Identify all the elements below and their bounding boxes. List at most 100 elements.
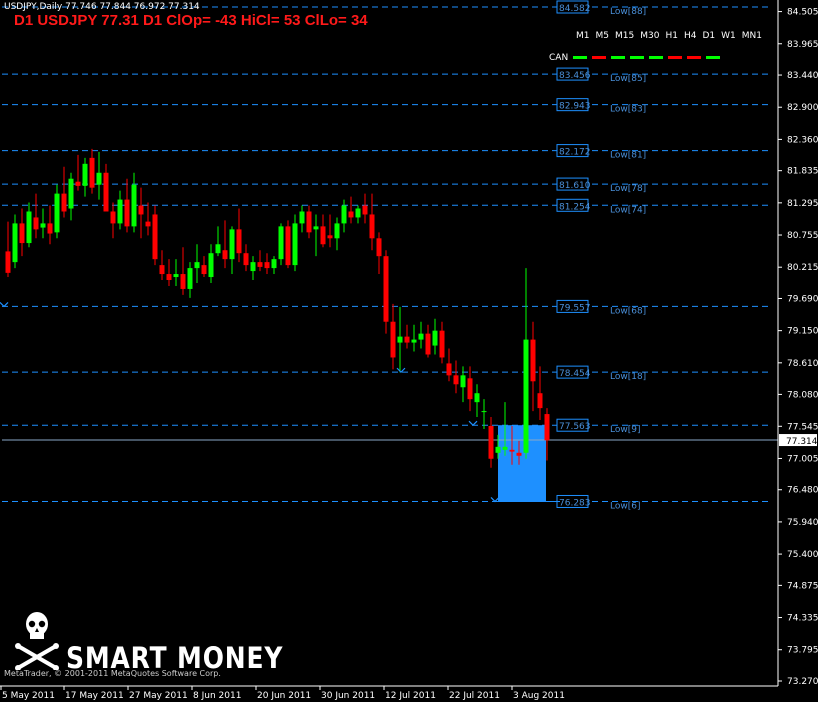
candle-body	[201, 265, 207, 275]
candle-body	[110, 211, 116, 224]
candles-layer	[5, 148, 550, 468]
candle-body	[292, 223, 298, 266]
price-tick-label: 82.360	[787, 135, 818, 145]
can-label: CAN	[549, 53, 569, 63]
candle-body	[166, 274, 172, 281]
level-arrow-icon	[0, 301, 9, 308]
candle-body	[362, 205, 368, 215]
candle-body	[390, 321, 396, 358]
date-tick-label: 27 May 2011	[129, 691, 188, 701]
timeframe-h1[interactable]: H1	[665, 31, 678, 41]
timeframe-m5[interactable]: M5	[596, 31, 610, 41]
candle-body	[285, 226, 291, 266]
level-arrow-icon	[468, 420, 478, 427]
date-tick-label: 12 Jul 2011	[385, 691, 436, 701]
date-tick-label: 5 May 2011	[2, 691, 55, 701]
price-tick-label: 73.795	[787, 646, 818, 656]
price-tick-label: 75.940	[787, 518, 818, 528]
level-label-text: Low[68]	[610, 306, 646, 316]
candle-body	[12, 223, 18, 263]
price-tick-label: 79.690	[787, 294, 818, 304]
candle-body	[222, 250, 228, 260]
candle-body	[495, 446, 501, 453]
timeframe-mn1[interactable]: MN1	[742, 31, 762, 41]
timeframe-h4[interactable]: H4	[684, 31, 697, 41]
level-price-text: 77.563	[559, 422, 591, 432]
timeframe-m1[interactable]: M1	[576, 31, 590, 41]
candle-body	[334, 223, 340, 239]
can-dash	[573, 56, 587, 59]
candle-body	[40, 223, 46, 228]
price-chart[interactable]: 84.582 Low[88] 83.456 Low[85] 82.943 Low[83] 8…	[0, 0, 818, 702]
candle-body	[145, 221, 151, 227]
candle-body	[320, 226, 326, 245]
candle-body	[530, 339, 536, 382]
candle-body	[516, 452, 522, 456]
candle-body	[544, 414, 550, 441]
can-dash	[592, 56, 606, 59]
candle-body	[117, 199, 123, 224]
candle-body	[180, 274, 186, 289]
price-tick-label: 77.005	[787, 454, 818, 464]
price-tick-label: 79.150	[787, 327, 818, 337]
candle-body	[54, 193, 60, 233]
price-tick-label: 80.215	[787, 263, 818, 273]
candle-body	[446, 363, 452, 376]
level-price-text: 81.610	[559, 181, 591, 191]
candle-body	[341, 205, 347, 224]
candle-body	[194, 262, 200, 269]
level-label-text: Low[81]	[610, 151, 646, 161]
can-dash	[668, 56, 682, 59]
skull-crossbones-icon	[15, 612, 59, 670]
candle-body	[208, 253, 214, 278]
price-tick-label: 77.545	[787, 422, 818, 432]
date-tick-label: 22 Jul 2011	[449, 691, 500, 701]
level-price-text: 78.454	[559, 369, 591, 379]
can-dash	[649, 56, 663, 59]
candle-body	[68, 178, 74, 209]
candle-body	[474, 393, 480, 403]
candle-body	[250, 262, 256, 272]
candle-body	[404, 336, 410, 343]
symbol-ohlc-label: USDJPY,Daily 77.746 77.844 76.972 77.314	[4, 2, 200, 12]
timeframe-row: M1 M5 M15 M30 H1 H4 D1 W1 MN1	[576, 31, 762, 41]
candle-body	[425, 333, 431, 355]
candle-body	[327, 235, 333, 239]
candle-body	[467, 378, 473, 400]
candle-body	[5, 251, 11, 273]
price-tick-label: 81.295	[787, 199, 818, 209]
level-price-text: 76.283	[559, 498, 591, 508]
price-tick-label: 73.270	[787, 677, 818, 687]
candle-body	[26, 211, 32, 244]
timeframe-m15[interactable]: M15	[615, 31, 634, 41]
timeframe-w1[interactable]: W1	[721, 31, 736, 41]
candle-body	[481, 411, 487, 413]
timeframe-d1[interactable]: D1	[702, 31, 715, 41]
candle-body	[89, 157, 95, 188]
candle-body	[236, 229, 242, 254]
candle-body	[96, 172, 102, 185]
timeframe-m30[interactable]: M30	[640, 31, 659, 41]
candle-body	[306, 211, 312, 233]
candle-body	[411, 339, 417, 343]
date-tick-label: 30 Jun 2011	[321, 691, 375, 701]
level-price-text: 84.582	[559, 4, 591, 14]
level-price-text: 82.943	[559, 102, 591, 112]
can-dash	[687, 56, 701, 59]
date-tick-label: 8 Jun 2011	[193, 691, 241, 701]
candle-body	[264, 262, 270, 269]
price-tick-label: 80.755	[787, 231, 818, 241]
copyright-label: MetaTrader, © 2001-2011 MetaQuotes Softw…	[4, 669, 221, 678]
level-price-text: 79.557	[559, 303, 591, 313]
level-label-text: Low[78]	[610, 184, 646, 194]
candle-body	[82, 163, 88, 186]
price-tick-label: 84.505	[787, 8, 818, 18]
candle-body	[397, 336, 403, 343]
candle-body	[383, 256, 389, 322]
price-tick-label: 74.875	[787, 581, 818, 591]
date-tick-label: 17 May 2011	[65, 691, 124, 701]
level-label-text: Low[9]	[610, 425, 640, 435]
candle-body	[369, 214, 375, 239]
candle-body	[355, 208, 361, 218]
can-dash	[611, 56, 625, 59]
